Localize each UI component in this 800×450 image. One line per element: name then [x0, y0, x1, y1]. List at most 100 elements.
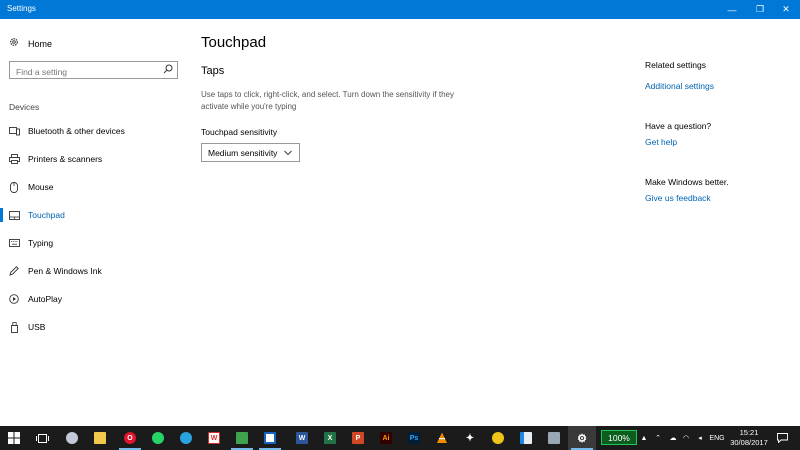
excel-icon: X — [324, 432, 336, 444]
search-input[interactable] — [10, 64, 155, 80]
folder-icon — [94, 432, 106, 444]
question-heading: Have a question? — [645, 121, 712, 131]
sidebar-item-touchpad[interactable]: Touchpad — [0, 205, 190, 225]
power-plug-icon[interactable]: ▲ — [638, 426, 650, 450]
runner-icon: ✦ — [465, 432, 475, 444]
green-app-icon — [236, 432, 248, 444]
sidebar-item-label: Typing — [28, 238, 54, 248]
notes-icon — [520, 432, 532, 444]
taskbar-app-green[interactable] — [228, 426, 256, 450]
battery-indicator[interactable]: 100% — [601, 430, 637, 445]
clock-date: 30/08/2017 — [730, 438, 768, 447]
sidebar-item-mouse[interactable]: Mouse — [0, 177, 190, 197]
sidebar-item-bluetooth[interactable]: Bluetooth & other devices — [0, 121, 190, 141]
cloud-icon[interactable]: ☁ — [666, 426, 680, 450]
maximize-button[interactable]: ❐ — [746, 0, 774, 19]
additional-settings-link[interactable]: Additional settings — [645, 81, 714, 91]
taskbar-app-notes[interactable] — [512, 426, 540, 450]
taskbar-app-photoshop[interactable]: Ps — [400, 426, 428, 450]
opera-icon: O — [124, 432, 136, 444]
settings-gear-icon: ⚙ — [577, 432, 587, 445]
sensitivity-value: Medium sensitivity — [208, 147, 278, 158]
sidebar-item-typing[interactable]: Typing — [0, 233, 190, 253]
illustrator-icon: Ai — [380, 432, 392, 444]
volume-icon[interactable]: ◂ — [694, 426, 706, 450]
task-view-button[interactable] — [28, 426, 56, 450]
sidebar-item-label: Touchpad — [28, 210, 65, 220]
task-view-icon — [35, 433, 49, 443]
taskbar-app-illustrator[interactable]: Ai — [372, 426, 400, 450]
taskbar-app-framed[interactable] — [256, 426, 284, 450]
search-icon[interactable] — [163, 64, 173, 74]
page-title: Touchpad — [201, 34, 267, 51]
language-indicator[interactable]: ENG — [707, 426, 727, 450]
search-box[interactable] — [9, 61, 178, 80]
taskbar-app-opera[interactable]: O — [116, 426, 144, 450]
show-hidden-icons-icon[interactable]: ⌃ — [652, 426, 664, 450]
bluetooth-devices-icon — [8, 126, 20, 136]
taskbar-app-network[interactable] — [58, 426, 86, 450]
start-button[interactable] — [0, 426, 28, 450]
taskbar-app-runner[interactable]: ✦ — [456, 426, 484, 450]
sensitivity-label: Touchpad sensitivity — [201, 127, 278, 137]
sidebar: Home Devices Bluetooth & other devices P… — [0, 19, 190, 426]
usb-icon — [8, 321, 20, 333]
frame-app-icon — [264, 432, 276, 444]
give-feedback-link[interactable]: Give us feedback — [645, 193, 711, 203]
taskbar-app-coin[interactable] — [484, 426, 512, 450]
clock-time: 15:21 — [739, 428, 759, 437]
taskbar-app-settings[interactable]: ⚙ — [568, 426, 596, 450]
sidebar-item-label: Pen & Windows Ink — [28, 266, 102, 276]
sidebar-item-autoplay[interactable]: AutoPlay — [0, 289, 190, 309]
taskbar-app-powerpoint[interactable]: P — [344, 426, 372, 450]
home-nav-item[interactable]: Home — [9, 37, 52, 50]
sidebar-item-printers[interactable]: Printers & scanners — [0, 149, 190, 169]
taskbar-app-word[interactable]: W — [288, 426, 316, 450]
word-icon: W — [296, 432, 308, 444]
autoplay-icon — [8, 294, 20, 304]
taps-description: Use taps to click, right-click, and sele… — [201, 90, 454, 111]
sidebar-item-label: Printers & scanners — [28, 154, 103, 164]
vlc-icon — [437, 432, 447, 443]
pen-icon — [8, 266, 20, 276]
windows-icon — [8, 432, 20, 444]
clock[interactable]: 15:21 30/08/2017 — [728, 428, 770, 448]
photoshop-icon: Ps — [408, 432, 420, 444]
sidebar-item-usb[interactable]: USB — [0, 317, 190, 337]
telegram-icon — [180, 432, 192, 444]
related-settings-heading: Related settings — [645, 60, 706, 70]
drive-icon — [548, 432, 560, 444]
section-title-taps: Taps — [201, 65, 225, 77]
taskbar-app-drive[interactable] — [540, 426, 568, 450]
sidebar-item-label: AutoPlay — [28, 294, 63, 304]
sidebar-item-label: Bluetooth & other devices — [28, 126, 125, 136]
minimize-button[interactable]: — — [718, 0, 746, 19]
devices-group-label: Devices — [9, 102, 40, 112]
get-help-link[interactable]: Get help — [645, 137, 677, 147]
mouse-icon — [8, 181, 20, 193]
taskbar: O W W X P Ai Ps ✦ ⚙ 100% ▲ ⌃ ☁ ◠ ◂ ENG 1… — [0, 426, 800, 450]
taskbar-app-vlc[interactable] — [428, 426, 456, 450]
home-label: Home — [28, 38, 53, 49]
wifi-icon[interactable]: ◠ — [680, 426, 692, 450]
coin-icon — [492, 432, 504, 444]
close-button[interactable]: ✕ — [772, 0, 800, 19]
sidebar-item-pen[interactable]: Pen & Windows Ink — [0, 261, 190, 281]
taskbar-app-explorer[interactable] — [86, 426, 114, 450]
action-center-icon[interactable] — [774, 426, 790, 450]
sensitivity-dropdown[interactable]: Medium sensitivity — [201, 143, 300, 162]
feedback-heading: Make Windows better. — [645, 177, 729, 187]
gear-icon — [9, 37, 19, 50]
wps-icon: W — [208, 432, 220, 444]
whatsapp-icon — [152, 432, 164, 444]
taskbar-app-excel[interactable]: X — [316, 426, 344, 450]
powerpoint-icon: P — [352, 432, 364, 444]
sidebar-item-label: Mouse — [28, 182, 54, 192]
title-bar: Settings — ❐ ✕ — [0, 0, 800, 19]
window-title: Settings — [7, 4, 36, 13]
keyboard-icon — [8, 239, 20, 247]
taskbar-app-telegram[interactable] — [172, 426, 200, 450]
taskbar-app-whatsapp[interactable] — [144, 426, 172, 450]
taskbar-app-wps[interactable]: W — [200, 426, 228, 450]
printer-icon — [8, 154, 20, 164]
